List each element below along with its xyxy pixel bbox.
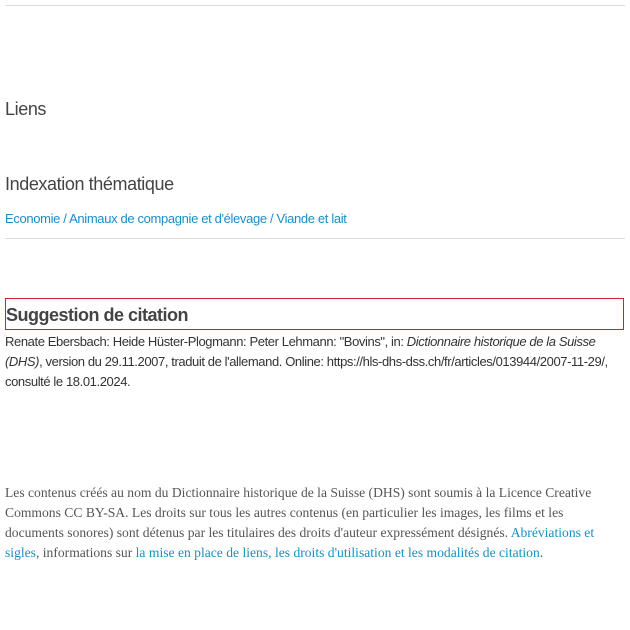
topic-breadcrumb: Economie / Animaux de compagnie et d'éle… <box>5 210 347 228</box>
citation-rest: , version du 29.11.2007, traduit de l'al… <box>5 354 608 389</box>
topic-link-economie[interactable]: Economie <box>5 211 60 226</box>
license-notice: Les contenus créés au nom du Dictionnair… <box>5 483 625 563</box>
citation-heading-box: Suggestion de citation <box>5 298 624 330</box>
top-divider <box>5 5 625 6</box>
section-divider <box>5 238 625 239</box>
usage-rights-link[interactable]: la mise en place de liens, les droits d'… <box>136 545 540 560</box>
license-text-1: Les contenus créés au nom du Dictionnair… <box>5 485 592 540</box>
liens-heading: Liens <box>5 99 47 119</box>
topic-link-animaux[interactable]: Animaux de compagnie et d'élevage <box>69 211 267 226</box>
topic-separator: / <box>63 211 67 226</box>
topic-link-viande-lait[interactable]: Viande et lait <box>277 211 347 226</box>
license-text-2: , informations sur <box>35 545 136 560</box>
citation-heading: Suggestion de citation <box>6 305 189 325</box>
citation-text: Renate Ebersbach: Heide Hüster-Plogmann:… <box>5 332 625 392</box>
license-text-3: . <box>539 545 544 560</box>
citation-authors: Renate Ebersbach: Heide Hüster-Plogmann:… <box>5 334 407 349</box>
indexation-heading: Indexation thématique <box>5 174 174 194</box>
topic-separator: / <box>269 211 274 226</box>
